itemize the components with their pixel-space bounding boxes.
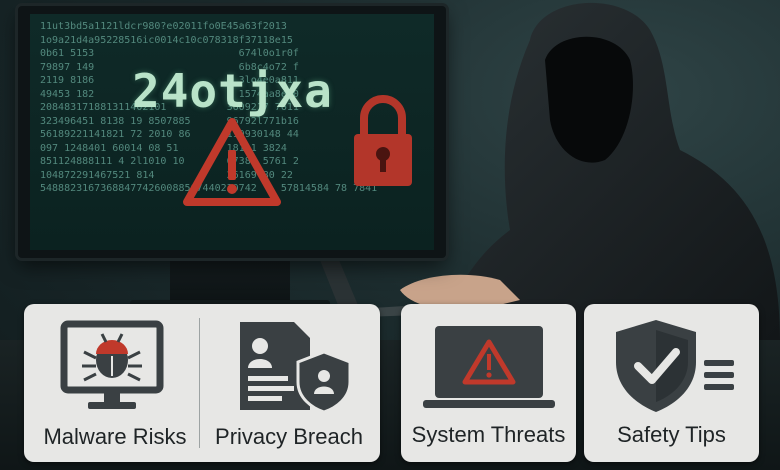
card-safety-tips[interactable]: Safety Tips	[584, 304, 759, 462]
card-system-threats[interactable]: System Threats	[401, 304, 576, 462]
cybersecurity-scene: 11ut3bd5a1121ldcr980?e02011fo0E45a63f201…	[0, 0, 780, 470]
padlock-icon	[354, 95, 412, 186]
warning-triangle-icon	[183, 118, 281, 206]
screen-code-text: 24otjxa	[132, 64, 333, 118]
card-label-malware-risks: Malware Risks	[43, 424, 187, 449]
card-label-privacy-breach: Privacy Breach	[215, 424, 363, 449]
id-document-shield-icon	[240, 322, 352, 414]
shield-checklist-icon	[616, 320, 734, 412]
bug-on-monitor-icon	[60, 320, 164, 409]
screen-digit-line: 1o9a21d4a95228516ic0014c10c078318f37118e…	[40, 34, 293, 46]
card-label-safety-tips: Safety Tips	[617, 422, 726, 447]
screen-digit-line: 11ut3bd5a1121ldcr980?e02011fo0E45a63f201…	[40, 21, 287, 32]
card-label-system-threats: System Threats	[411, 422, 566, 447]
screen-digit-line: 0b61 5153 674l0o1r0f	[40, 48, 299, 59]
laptop-warning-icon	[423, 326, 555, 408]
